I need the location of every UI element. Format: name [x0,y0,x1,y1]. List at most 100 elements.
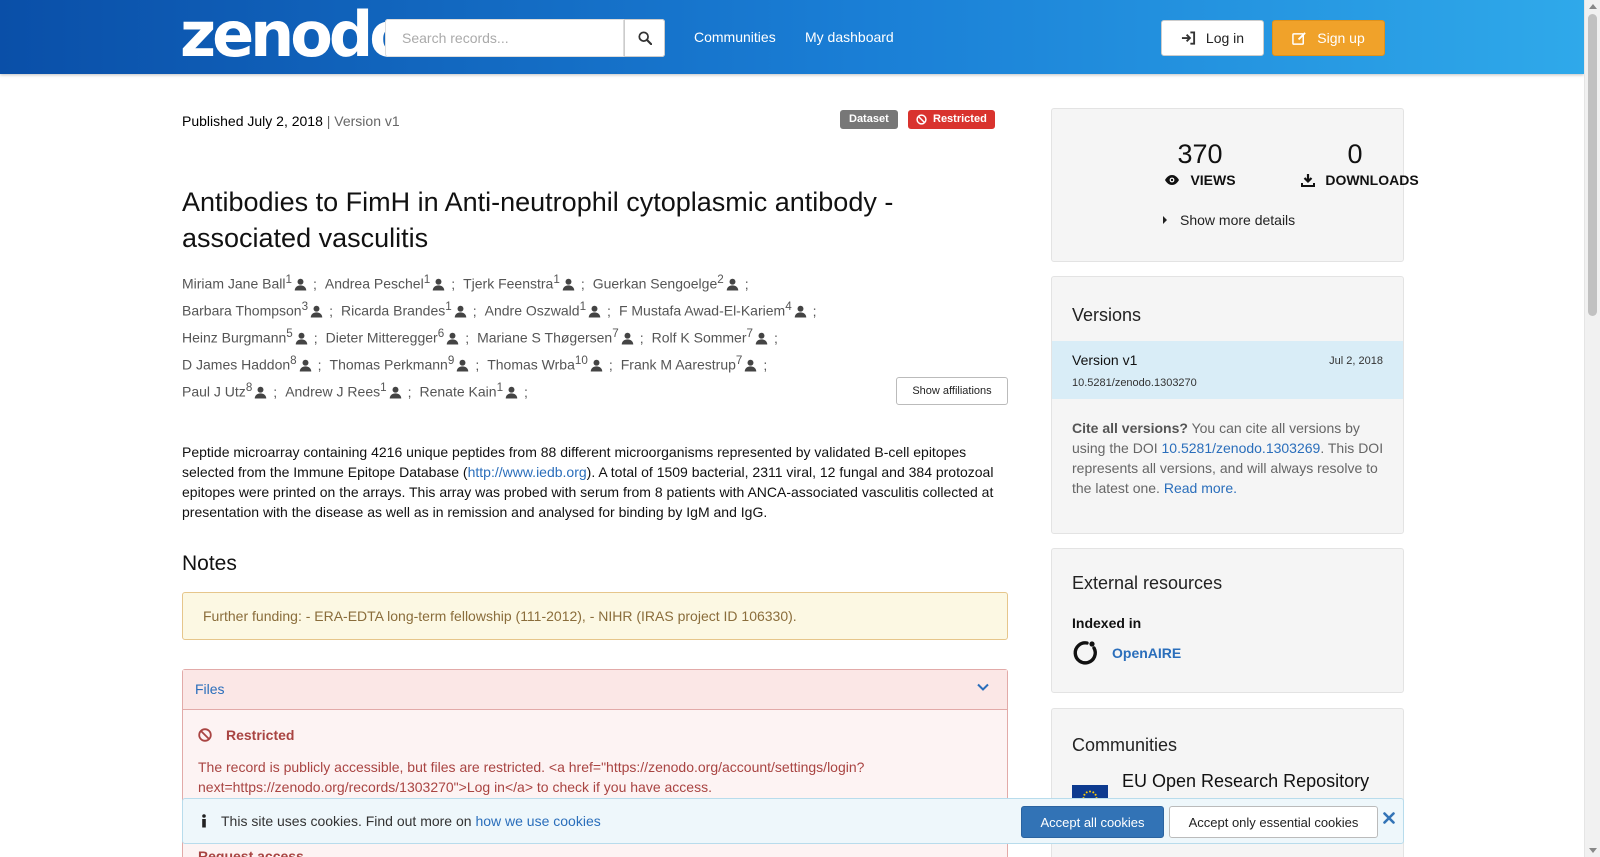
author-item[interactable]: Thomas Wrba [487,357,575,373]
author-item[interactable]: Frank M Aarestrup [621,357,736,373]
author-item[interactable]: Ricarda Brandes [341,303,445,319]
read-more-link[interactable]: Read more. [1164,480,1237,496]
show-affiliations-button[interactable]: Show affiliations [896,377,1008,405]
author-separator: ; [607,302,611,319]
signup-label: Sign up [1317,30,1365,46]
author-profile[interactable] [292,276,307,292]
files-panel-header[interactable]: Files [183,670,1007,710]
author-separator: ; [608,356,613,373]
author-item[interactable]: Miriam Jane Ball [182,276,285,292]
author-item[interactable]: Rolf K Sommer [652,330,747,346]
login-button[interactable]: Log in [1161,20,1264,56]
openaire-icon [1073,641,1097,665]
chevron-down-icon[interactable] [977,683,989,691]
affiliation-number: 1 [445,300,452,313]
top-header: zenodo Communities My dashboard Log in S… [0,0,1584,74]
author-item[interactable]: Thomas Perkmann [330,357,448,373]
search-input[interactable] [385,19,624,57]
author-profile[interactable] [560,276,575,292]
author-profile[interactable] [452,303,467,319]
author-profile[interactable] [792,303,807,319]
community-name[interactable]: EU Open Research Repository [1122,771,1369,792]
author-separator: ; [475,356,480,373]
author-profile[interactable] [297,357,312,373]
nav-my-dashboard[interactable]: My dashboard [805,29,894,45]
iedb-link[interactable]: http://www.iedb.org [468,464,587,480]
author-profile[interactable] [724,276,739,292]
author-profile[interactable] [753,330,768,346]
versions-box: Versions Version v1 Jul 2, 2018 10.5281/… [1051,276,1404,534]
author-item[interactable]: Heinz Burgmann [182,330,286,346]
author-separator: ; [312,275,317,292]
info-icon [202,814,206,828]
cookie-policy-link[interactable]: how we use cookies [475,813,600,829]
author-separator: ; [313,329,318,346]
eye-icon [1165,175,1180,185]
concept-doi-link[interactable]: 10.5281/zenodo.1303269 [1162,440,1321,456]
author-item[interactable]: Mariane S Thøgersen [477,330,612,346]
accept-all-cookies-button[interactable]: Accept all cookies [1021,806,1164,838]
edit-icon [1292,31,1307,45]
author-profile[interactable] [454,357,469,373]
author-item[interactable]: Andrew J Rees [285,384,380,400]
person-icon [457,359,469,372]
author-separator: ; [465,329,470,346]
show-more-details-toggle[interactable]: Show more details [1162,212,1295,228]
author-item[interactable]: Andrea Peschel [325,276,424,292]
author-profile[interactable] [252,384,267,400]
author-profile[interactable] [503,384,518,400]
person-icon [454,305,466,318]
accept-essential-cookies-button[interactable]: Accept only essential cookies [1169,806,1378,838]
person-icon [295,332,308,345]
cookie-text: This site uses cookies. Find out more on [221,813,476,829]
person-icon [432,278,445,291]
search-button[interactable] [624,19,665,57]
openaire-link[interactable]: OpenAIRE [1072,639,1181,667]
author-profile[interactable] [430,276,445,292]
author-item[interactable]: Dieter Mitteregger [326,330,438,346]
views-count: 370 [1177,139,1223,169]
author-profile[interactable] [444,330,459,346]
scroll-up-arrow[interactable] [1589,4,1597,9]
author-item[interactable]: D James Haddon [182,357,290,373]
signup-button[interactable]: Sign up [1272,20,1385,56]
ban-icon [916,114,927,125]
author-line: Heinz Burgmann5; Dieter Mitteregger6; Mari… [182,324,1022,351]
zenodo-logo[interactable]: zenodo [180,4,412,66]
close-icon[interactable] [1383,812,1395,824]
author-item[interactable]: F Mustafa Awad-El-Kariem [619,303,785,319]
author-profile[interactable] [387,384,402,400]
author-item[interactable]: Paul J Utz [182,384,246,400]
author-separator: ; [407,383,412,400]
scroll-thumb[interactable] [1588,14,1597,316]
page-scrollbar[interactable] [1584,0,1600,857]
scroll-down-arrow[interactable] [1589,848,1597,853]
dataset-badge: Dataset [840,110,898,129]
author-item[interactable]: Renate Kain [420,384,497,400]
version-name[interactable]: Version v1 [1072,352,1137,368]
author-item[interactable]: Barbara Thompson [182,303,302,319]
author-item[interactable]: Guerkan Sengoelge [593,276,718,292]
login-label: Log in [1205,30,1245,46]
version-doi: 10.5281/zenodo.1303270 [1072,377,1197,389]
author-profile[interactable] [308,303,323,319]
affiliation-number: 1 [285,273,292,286]
author-separator: ; [744,275,749,292]
nav-communities[interactable]: Communities [694,29,776,45]
search-icon [637,31,652,45]
author-separator: ; [472,302,477,319]
person-icon [505,386,518,399]
author-item[interactable]: Andre Oszwald [485,303,580,319]
person-icon [794,305,806,318]
download-icon [1301,174,1316,187]
author-profile[interactable] [588,357,603,373]
restricted-text: The record is publicly accessible, but f… [198,759,865,795]
author-line: Miriam Jane Ball1; Andrea Peschel1; Tjerk … [182,270,1022,297]
versions-heading: Versions [1072,305,1142,325]
author-profile[interactable] [586,303,601,319]
author-profile[interactable] [293,330,308,346]
author-profile[interactable] [742,357,757,373]
version-row[interactable]: Version v1 Jul 2, 2018 10.5281/zenodo.13… [1052,341,1403,399]
author-item[interactable]: Tjerk Feenstra [463,276,553,292]
author-profile[interactable] [619,330,634,346]
